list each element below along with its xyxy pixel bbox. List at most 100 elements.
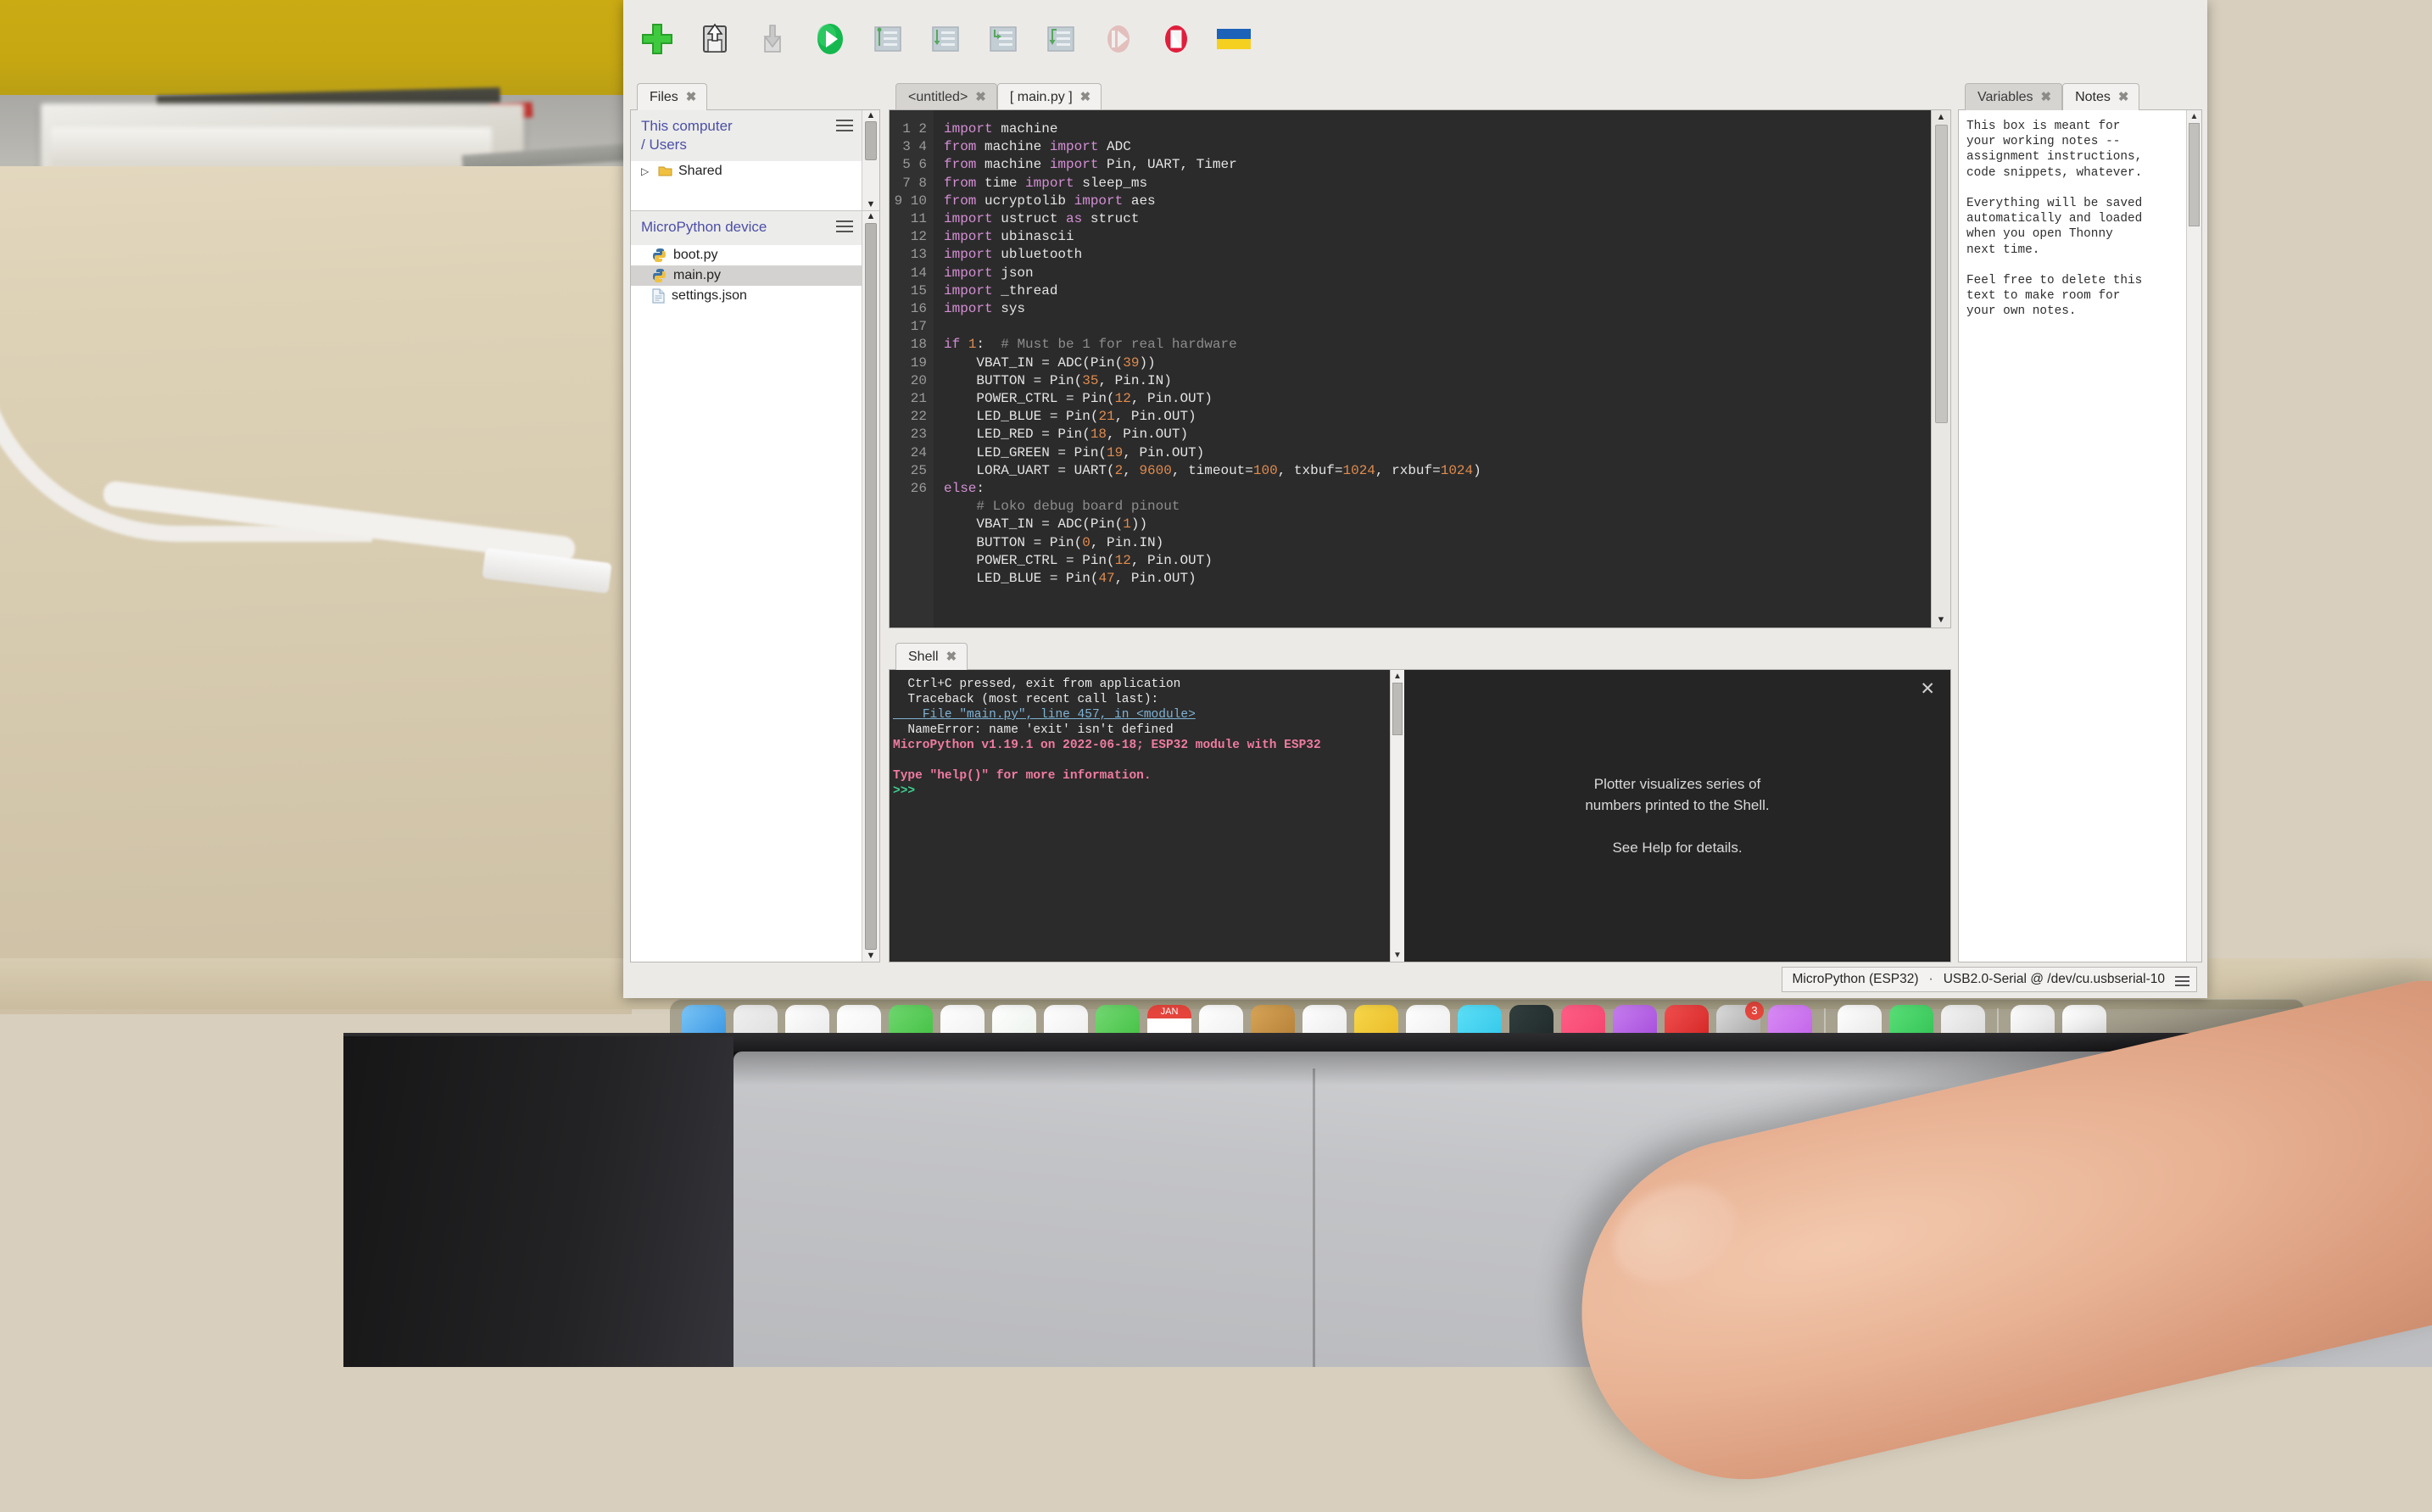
scroll-up-icon[interactable]: ▲ xyxy=(2190,112,2199,121)
tab-shell-label: Shell xyxy=(908,649,939,664)
scroll-down-icon[interactable]: ▼ xyxy=(867,199,876,210)
shell-line: NameError: name 'exit' isn't defined xyxy=(893,723,1174,737)
resume-button[interactable] xyxy=(1098,19,1139,59)
scrollbar-thumb[interactable] xyxy=(2189,123,2200,226)
hamburger-icon[interactable] xyxy=(836,218,853,232)
close-icon[interactable]: ✖ xyxy=(975,91,986,103)
step-over-button[interactable] xyxy=(925,19,966,59)
plotter-hint-line1: Plotter visualizes series of xyxy=(1593,775,1761,792)
notes-box: This box is meant for your working notes… xyxy=(1958,109,2202,962)
photo-yellow-wall xyxy=(0,0,632,100)
laptop-left-edge xyxy=(343,1036,734,1367)
center-column: <untitled> ✖ [ main.py ] ✖ 1 2 3 4 5 6 7… xyxy=(880,78,1951,962)
plotter-hint-line3: See Help for details. xyxy=(1612,839,1743,856)
plotter-hint-line2: numbers printed to the Shell. xyxy=(1585,797,1770,814)
shell-and-plotter: Ctrl+C pressed, exit from application Tr… xyxy=(889,669,1951,962)
list-item[interactable]: settings.json xyxy=(631,286,862,306)
scroll-up-icon[interactable]: ▲ xyxy=(867,211,876,222)
tab-notes-label: Notes xyxy=(2075,89,2111,104)
close-icon[interactable]: ✖ xyxy=(2118,91,2129,103)
main-panes: Files ✖ This computer / Users ▷ Shared ▲… xyxy=(623,78,2207,962)
ukraine-flag-icon[interactable] xyxy=(1213,19,1254,59)
close-icon[interactable]: ✕ xyxy=(1920,680,1935,698)
scroll-down-icon[interactable]: ▼ xyxy=(867,951,876,962)
close-icon[interactable]: ✖ xyxy=(1080,91,1091,103)
scroll-up-icon[interactable]: ▲ xyxy=(1937,112,1946,123)
trackpad-edge-line xyxy=(1313,1068,1315,1367)
chevron-right-icon[interactable]: ▷ xyxy=(641,165,652,177)
scrollbar-thumb[interactable] xyxy=(865,223,877,950)
shell-line: File "main.py", line 457, in <module> xyxy=(893,708,1196,722)
scroll-down-icon[interactable]: ▼ xyxy=(1937,615,1946,626)
tab-shell[interactable]: Shell ✖ xyxy=(895,643,968,670)
scrollbar-thumb[interactable] xyxy=(1392,683,1403,735)
tab-files-label: Files xyxy=(650,89,678,104)
scroll-down-icon[interactable]: ▼ xyxy=(1393,951,1402,960)
shell-tabstrip: Shell ✖ xyxy=(889,640,1951,670)
python-file-icon xyxy=(653,248,666,262)
new-file-button[interactable] xyxy=(637,19,678,59)
micropython-device-rows: boot.py main.py settings.json xyxy=(631,244,862,962)
scrollbar-thumb[interactable] xyxy=(865,121,877,160)
files-box: This computer / Users ▷ Shared ▲ ▼ Micro… xyxy=(630,109,880,962)
tab-variables-label: Variables xyxy=(1977,89,2033,104)
python-file-icon xyxy=(653,268,666,282)
files-tabstrip: Files ✖ xyxy=(630,78,880,110)
micropython-device-title: MicroPython device xyxy=(641,219,767,235)
status-separator: · xyxy=(1928,972,1933,986)
this-computer-rows: ▷ Shared xyxy=(631,160,862,181)
dock-badge: 3 xyxy=(1745,1001,1764,1020)
this-computer-header: This computer / Users xyxy=(631,110,862,161)
open-file-button[interactable] xyxy=(752,19,793,59)
shell-output[interactable]: Ctrl+C pressed, exit from application Tr… xyxy=(890,670,1390,962)
tab-notes[interactable]: Notes ✖ xyxy=(2062,83,2140,110)
stop-script-button[interactable] xyxy=(1156,19,1196,59)
plotter-panel: ✕ Plotter visualizes series of numbers p… xyxy=(1404,670,1950,962)
close-icon[interactable]: ✖ xyxy=(2041,91,2052,103)
list-item[interactable]: main.py xyxy=(631,265,862,286)
scroll-up-icon[interactable]: ▲ xyxy=(1393,672,1402,681)
save-file-button[interactable] xyxy=(694,19,735,59)
calendar-month-label: JAN xyxy=(1147,1005,1191,1018)
this-computer-scrollbar[interactable]: ▲ ▼ xyxy=(862,110,879,210)
line-number-gutter: 1 2 3 4 5 6 7 8 9 10 11 12 13 14 15 16 1… xyxy=(890,110,934,628)
shell-scrollbar[interactable]: ▲ ▼ xyxy=(1390,670,1404,962)
folder-icon xyxy=(658,166,672,176)
files-pane: Files ✖ This computer / Users ▷ Shared ▲… xyxy=(630,78,880,962)
tab-main-py[interactable]: [ main.py ] ✖ xyxy=(996,83,1102,110)
step-out-button[interactable] xyxy=(1040,19,1081,59)
list-item[interactable]: ▷ Shared xyxy=(631,161,862,181)
code-text[interactable]: import machine from machine import ADC f… xyxy=(934,110,1931,628)
run-script-button[interactable] xyxy=(810,19,851,59)
port-label: USB2.0-Serial @ /dev/cu.usbserial-10 xyxy=(1943,972,2165,986)
list-item-label: boot.py xyxy=(673,247,718,262)
list-item[interactable]: boot.py xyxy=(631,245,862,265)
file-tree-this-computer: This computer / Users ▷ Shared ▲ ▼ xyxy=(631,110,879,211)
shell-line: >>> xyxy=(893,784,916,798)
shell-section: Shell ✖ Ctrl+C pressed, exit from applic… xyxy=(889,640,1951,962)
tab-untitled[interactable]: <untitled> ✖ xyxy=(895,83,997,110)
tab-variables[interactable]: Variables ✖ xyxy=(1965,83,2063,110)
right-pane: Variables ✖ Notes ✖ This box is meant fo… xyxy=(1951,78,2202,962)
tab-files[interactable]: Files ✖ xyxy=(637,83,708,110)
notes-textarea[interactable]: This box is meant for your working notes… xyxy=(1959,110,2186,962)
thonny-window: Files ✖ This computer / Users ▷ Shared ▲… xyxy=(623,0,2207,998)
this-computer-path: / Users xyxy=(641,136,687,153)
code-editor[interactable]: 1 2 3 4 5 6 7 8 9 10 11 12 13 14 15 16 1… xyxy=(889,109,1951,628)
step-into-button[interactable] xyxy=(983,19,1024,59)
scrollbar-thumb[interactable] xyxy=(1934,125,1948,423)
notes-scrollbar[interactable]: ▲ xyxy=(2186,110,2201,962)
json-file-icon xyxy=(652,288,665,304)
micropython-device-scrollbar[interactable]: ▲ ▼ xyxy=(862,211,879,962)
scroll-up-icon[interactable]: ▲ xyxy=(867,110,876,121)
close-icon[interactable]: ✖ xyxy=(946,650,957,663)
shell-line: MicroPython v1.19.1 on 2022-06-18; ESP32… xyxy=(893,739,1321,752)
tab-main-py-label: [ main.py ] xyxy=(1009,89,1073,104)
debug-script-button[interactable] xyxy=(867,19,908,59)
backend-status[interactable]: MicroPython (ESP32) · USB2.0-Serial @ /d… xyxy=(1781,967,2197,992)
hamburger-icon[interactable] xyxy=(2175,974,2189,986)
hamburger-icon[interactable] xyxy=(836,117,853,131)
close-icon[interactable]: ✖ xyxy=(686,91,697,103)
editor-scrollbar[interactable]: ▲ ▼ xyxy=(1931,110,1950,628)
